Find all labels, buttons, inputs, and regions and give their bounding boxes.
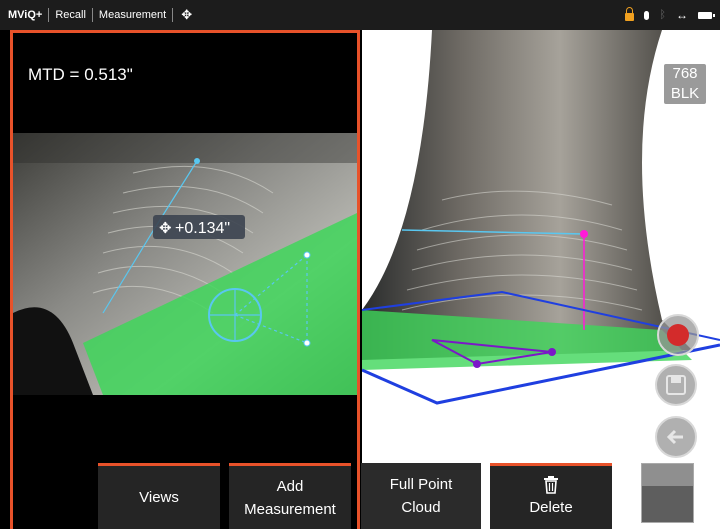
inspection-image-2d[interactable]: ✥ +0.134": [13, 133, 357, 395]
status-icons: ᛒ ↔: [625, 0, 715, 30]
mtd-readout: MTD = 0.513": [28, 65, 133, 84]
breadcrumb-measurement[interactable]: Measurement: [93, 9, 172, 21]
add-measurement-button[interactable]: Add Measurement: [229, 463, 351, 529]
thumbnail-preview[interactable]: [641, 463, 694, 523]
full-point-cloud-button[interactable]: Full Point Cloud: [361, 463, 481, 529]
fpc-label-line1: Full Point: [389, 476, 453, 493]
app-name: MViQ+: [8, 9, 43, 21]
lock-icon: [625, 7, 635, 21]
arrow-left-icon: [666, 429, 683, 445]
views-label: Views: [139, 489, 179, 506]
resolution-value: 768: [672, 65, 698, 82]
fpc-label-line2: Cloud: [401, 499, 441, 516]
save-button[interactable]: [655, 364, 697, 406]
breadcrumb-recall[interactable]: Recall: [49, 9, 92, 21]
record-dot-icon: [667, 324, 689, 346]
delete-label: Delete: [529, 499, 573, 516]
views-button[interactable]: Views: [98, 463, 220, 529]
add-label-line1: Add: [276, 477, 304, 495]
status-bar: MViQ+ Recall Measurement ✥ ᛒ ↔: [0, 0, 720, 30]
color-mode-value: BLK: [670, 85, 700, 102]
back-button[interactable]: [655, 416, 697, 458]
depth-label[interactable]: +0.134": [175, 220, 230, 237]
delete-button[interactable]: Delete: [490, 463, 612, 529]
image-view-2d[interactable]: MTD = 0.513" ✥ +0.134": [10, 30, 360, 529]
add-label-line2: Measurement: [244, 500, 336, 518]
record-button[interactable]: [657, 314, 699, 356]
resolution-badge: 768 BLK: [664, 64, 706, 104]
bluetooth-icon: ᛒ: [659, 9, 666, 21]
trash-icon: [544, 476, 558, 494]
microphone-icon: [644, 10, 650, 20]
save-icon: [666, 375, 686, 395]
battery-icon: [698, 11, 715, 19]
move-arrows-icon[interactable]: ✥: [173, 7, 200, 23]
depth-move-icon: ✥: [159, 220, 172, 237]
connection-arrows-icon: ↔: [676, 8, 688, 22]
